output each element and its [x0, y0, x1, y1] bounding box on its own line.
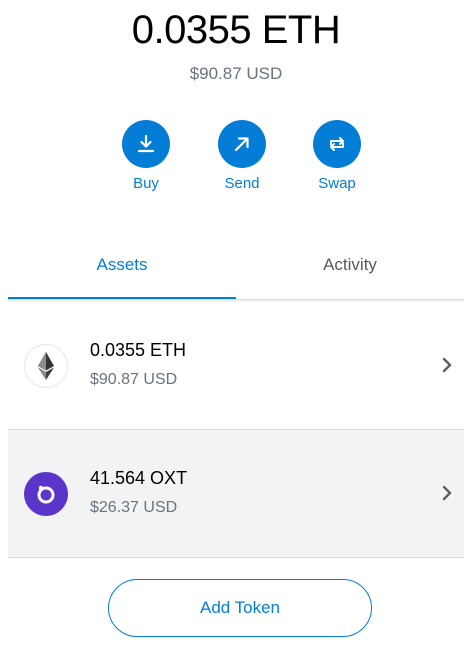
token-fiat-value: $90.87 USD: [90, 371, 178, 388]
orchid-icon: [24, 472, 68, 516]
swap-button[interactable]: Swap: [297, 120, 377, 194]
tab-activity[interactable]: Activity: [236, 240, 464, 298]
send-label: Send: [224, 175, 260, 192]
tab-bar: Assets Activity: [8, 240, 464, 306]
chevron-right-icon: [440, 482, 454, 504]
add-token-button[interactable]: Add Token: [108, 579, 372, 637]
send-button[interactable]: Send: [202, 120, 282, 194]
download-icon: [122, 120, 170, 168]
asset-row-eth[interactable]: 0.0355 ETH $90.87 USD: [8, 302, 464, 430]
swap-icon: [313, 120, 361, 168]
buy-label: Buy: [133, 175, 159, 192]
token-amount: 0.0355 ETH: [90, 340, 187, 360]
arrow-up-right-icon: [218, 120, 266, 168]
ethereum-icon: [24, 344, 68, 388]
token-amount: 41.564 OXT: [90, 468, 188, 488]
balance-amount: 0.0355 ETH: [131, 8, 341, 52]
chevron-right-icon: [440, 354, 454, 376]
wallet-actions: Buy Send Swap: [0, 120, 472, 200]
token-fiat-value: $26.37 USD: [90, 499, 178, 516]
tab-assets[interactable]: Assets: [8, 240, 236, 298]
swap-label: Swap: [318, 175, 356, 192]
balance-fiat: $90.87 USD: [189, 64, 283, 83]
buy-button[interactable]: Buy: [106, 120, 186, 194]
asset-row-oxt[interactable]: 41.564 OXT $26.37 USD: [8, 430, 464, 558]
